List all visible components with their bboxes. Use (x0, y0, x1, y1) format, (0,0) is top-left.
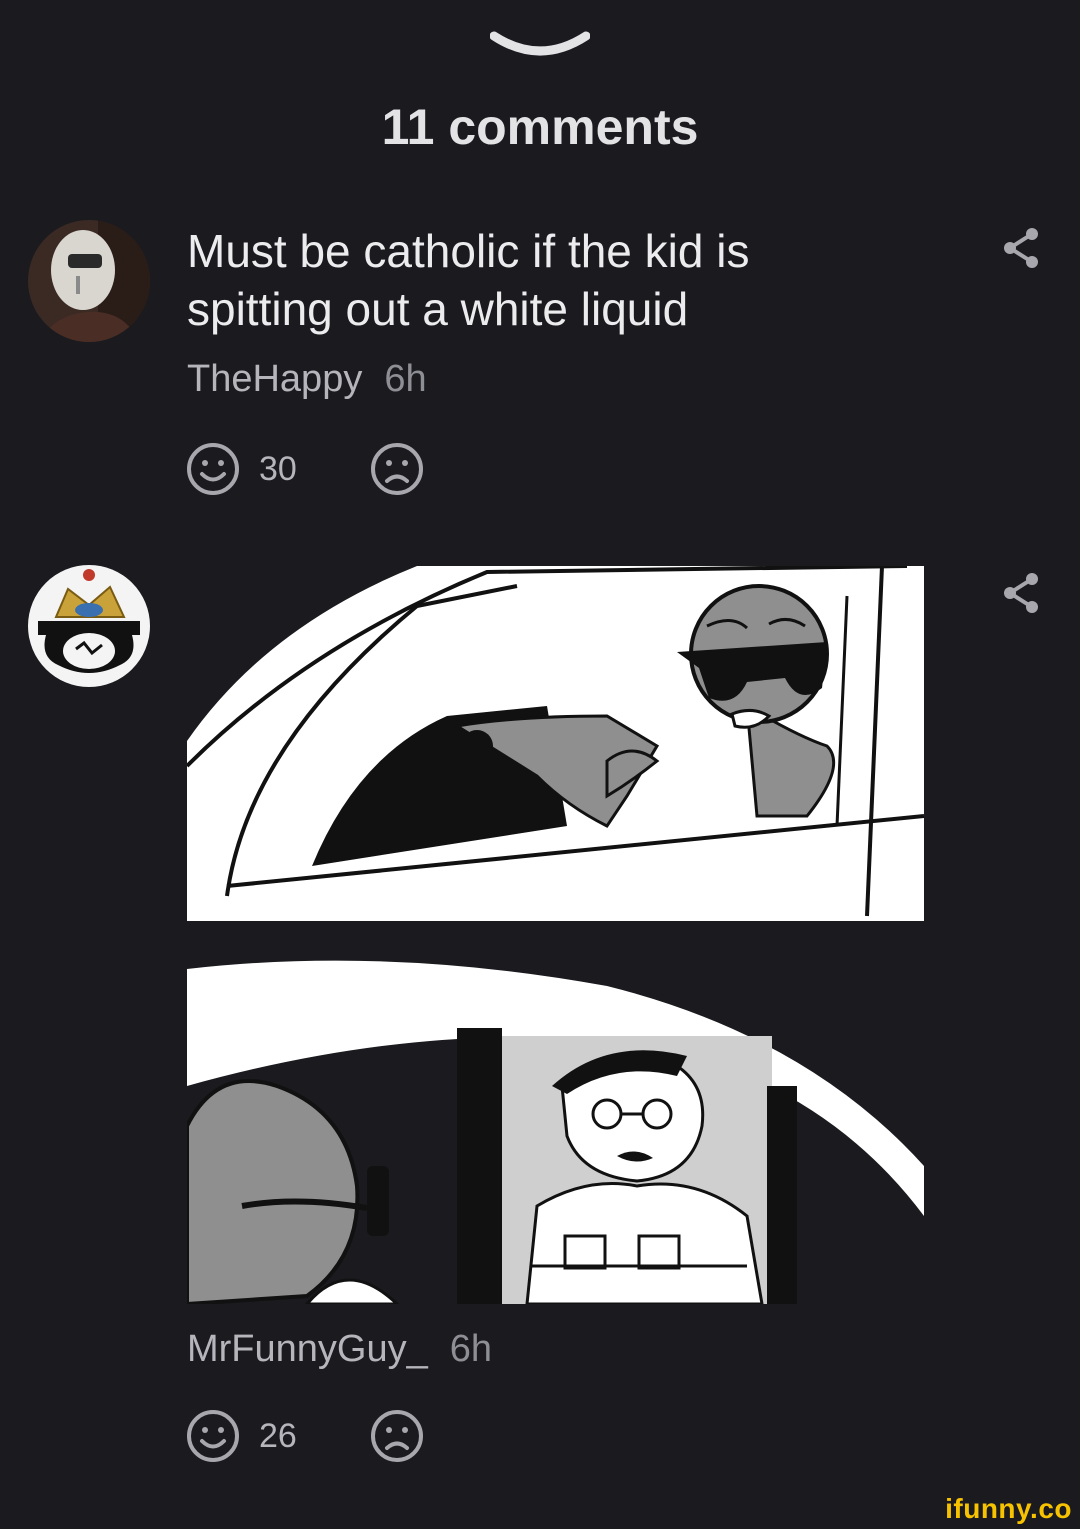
share-icon[interactable] (1000, 571, 1042, 615)
smile-icon (187, 443, 239, 495)
timestamp: 6h (449, 1328, 493, 1370)
frown-icon (371, 1410, 423, 1462)
collapse-chevron-icon[interactable] (489, 26, 591, 66)
smile-button[interactable]: 30 (185, 441, 297, 497)
avatar[interactable] (28, 220, 150, 342)
avatar[interactable] (28, 565, 150, 687)
smile-button[interactable]: 26 (185, 1408, 297, 1464)
smile-count: 26 (259, 1416, 297, 1455)
frown-button[interactable] (369, 1408, 425, 1464)
timestamp: 6h (384, 358, 427, 400)
comment-text: Must be catholic if the kid is spitting … (187, 225, 750, 335)
frown-icon (371, 443, 423, 495)
comment-meta: TheHappy 6h (187, 358, 427, 401)
author-name[interactable]: TheHappy (187, 358, 362, 400)
ifunny-watermark: ifunny.co (945, 1493, 1072, 1524)
frown-button[interactable] (369, 441, 425, 497)
comment-image[interactable] (185, 564, 925, 1307)
comments-count-title: 11 comments (381, 99, 699, 155)
share-icon[interactable] (1000, 226, 1042, 270)
author-name[interactable]: MrFunnyGuy_ (187, 1328, 428, 1370)
smile-icon (187, 1410, 239, 1462)
smile-count: 30 (259, 449, 297, 488)
comment-meta: MrFunnyGuy_ 6h (187, 1328, 492, 1371)
